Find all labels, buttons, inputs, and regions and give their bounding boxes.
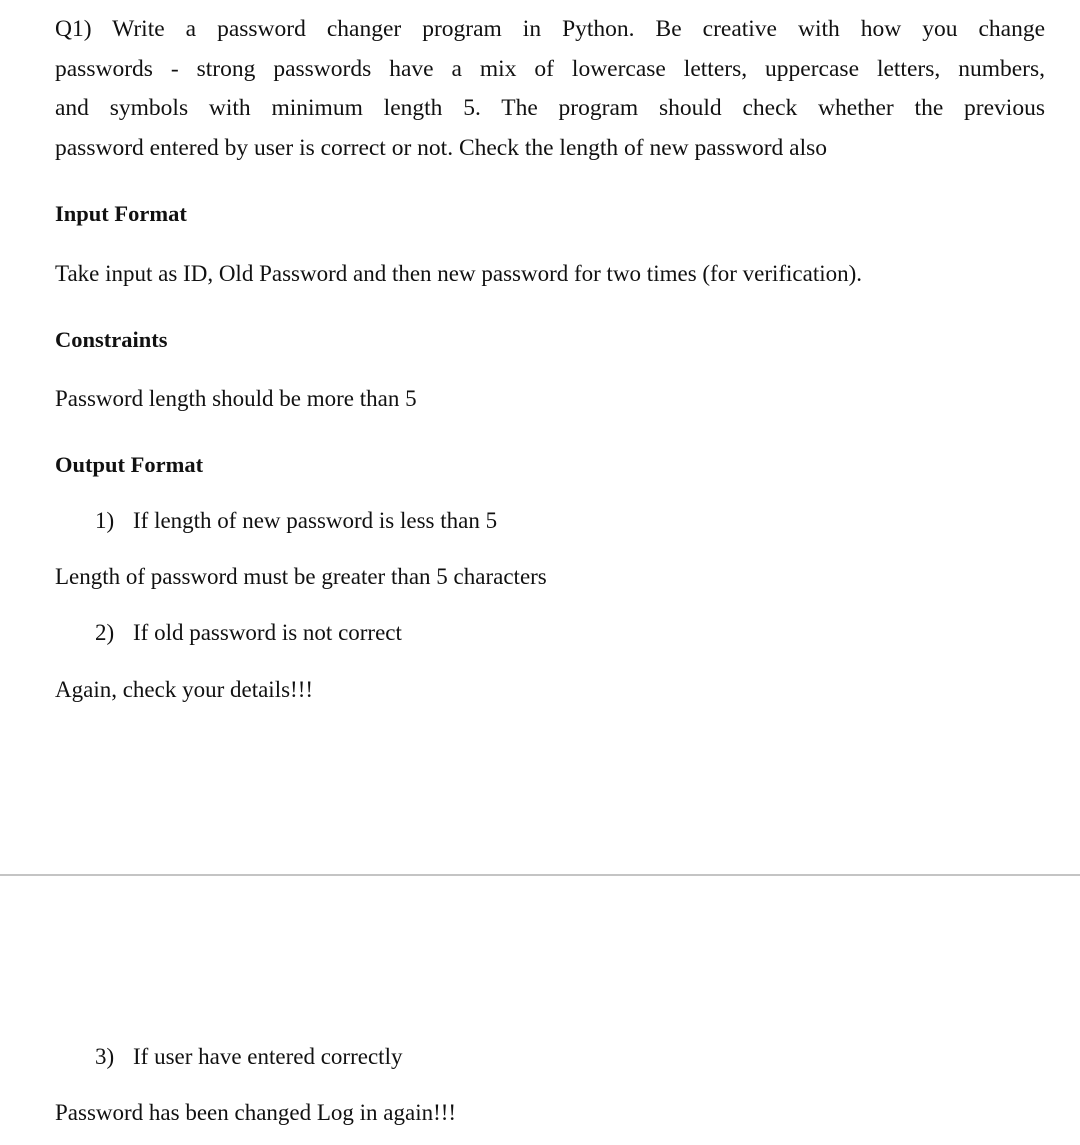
output-case-condition: 1) If length of new password is less than… [95, 507, 497, 535]
question-line: password entered by user is correct or n… [55, 134, 828, 161]
case-number: 2) [95, 620, 115, 645]
case-condition-text: If user have entered correctly [133, 1044, 403, 1069]
question-line: passwords - strong passwords have a mix … [55, 55, 1045, 82]
case-condition-text: If length of new password is less than 5 [133, 508, 498, 533]
case-condition-text: If old password is not correct [133, 620, 402, 645]
document-page: Q1) Write a password changer program in … [0, 0, 1080, 1145]
output-format-heading: Output Format [55, 452, 204, 477]
case-number: 1) [95, 508, 115, 533]
output-case-condition: 2) If old password is not correct [95, 619, 402, 647]
question-paragraph: Q1) Write a password changer program in … [55, 10, 1045, 168]
constraints-heading: Constraints [55, 327, 168, 352]
input-format-text: Take input as ID, Old Password and then … [55, 261, 863, 286]
question-line: Q1) Write a password changer program in … [55, 16, 1045, 42]
output-case-result: Password has been changed Log in again!!… [55, 1100, 457, 1125]
input-format-heading: Input Format [55, 201, 187, 226]
output-case-condition: 3) If user have entered correctly [95, 1043, 402, 1071]
page-divider [0, 874, 1080, 876]
case-number: 3) [95, 1044, 115, 1069]
question-line: and symbols with minimum length 5. The p… [55, 95, 1045, 121]
constraints-text: Password length should be more than 5 [55, 386, 417, 411]
output-case-result: Length of password must be greater than … [55, 564, 547, 589]
output-case-result: Again, check your details!!! [55, 677, 314, 702]
